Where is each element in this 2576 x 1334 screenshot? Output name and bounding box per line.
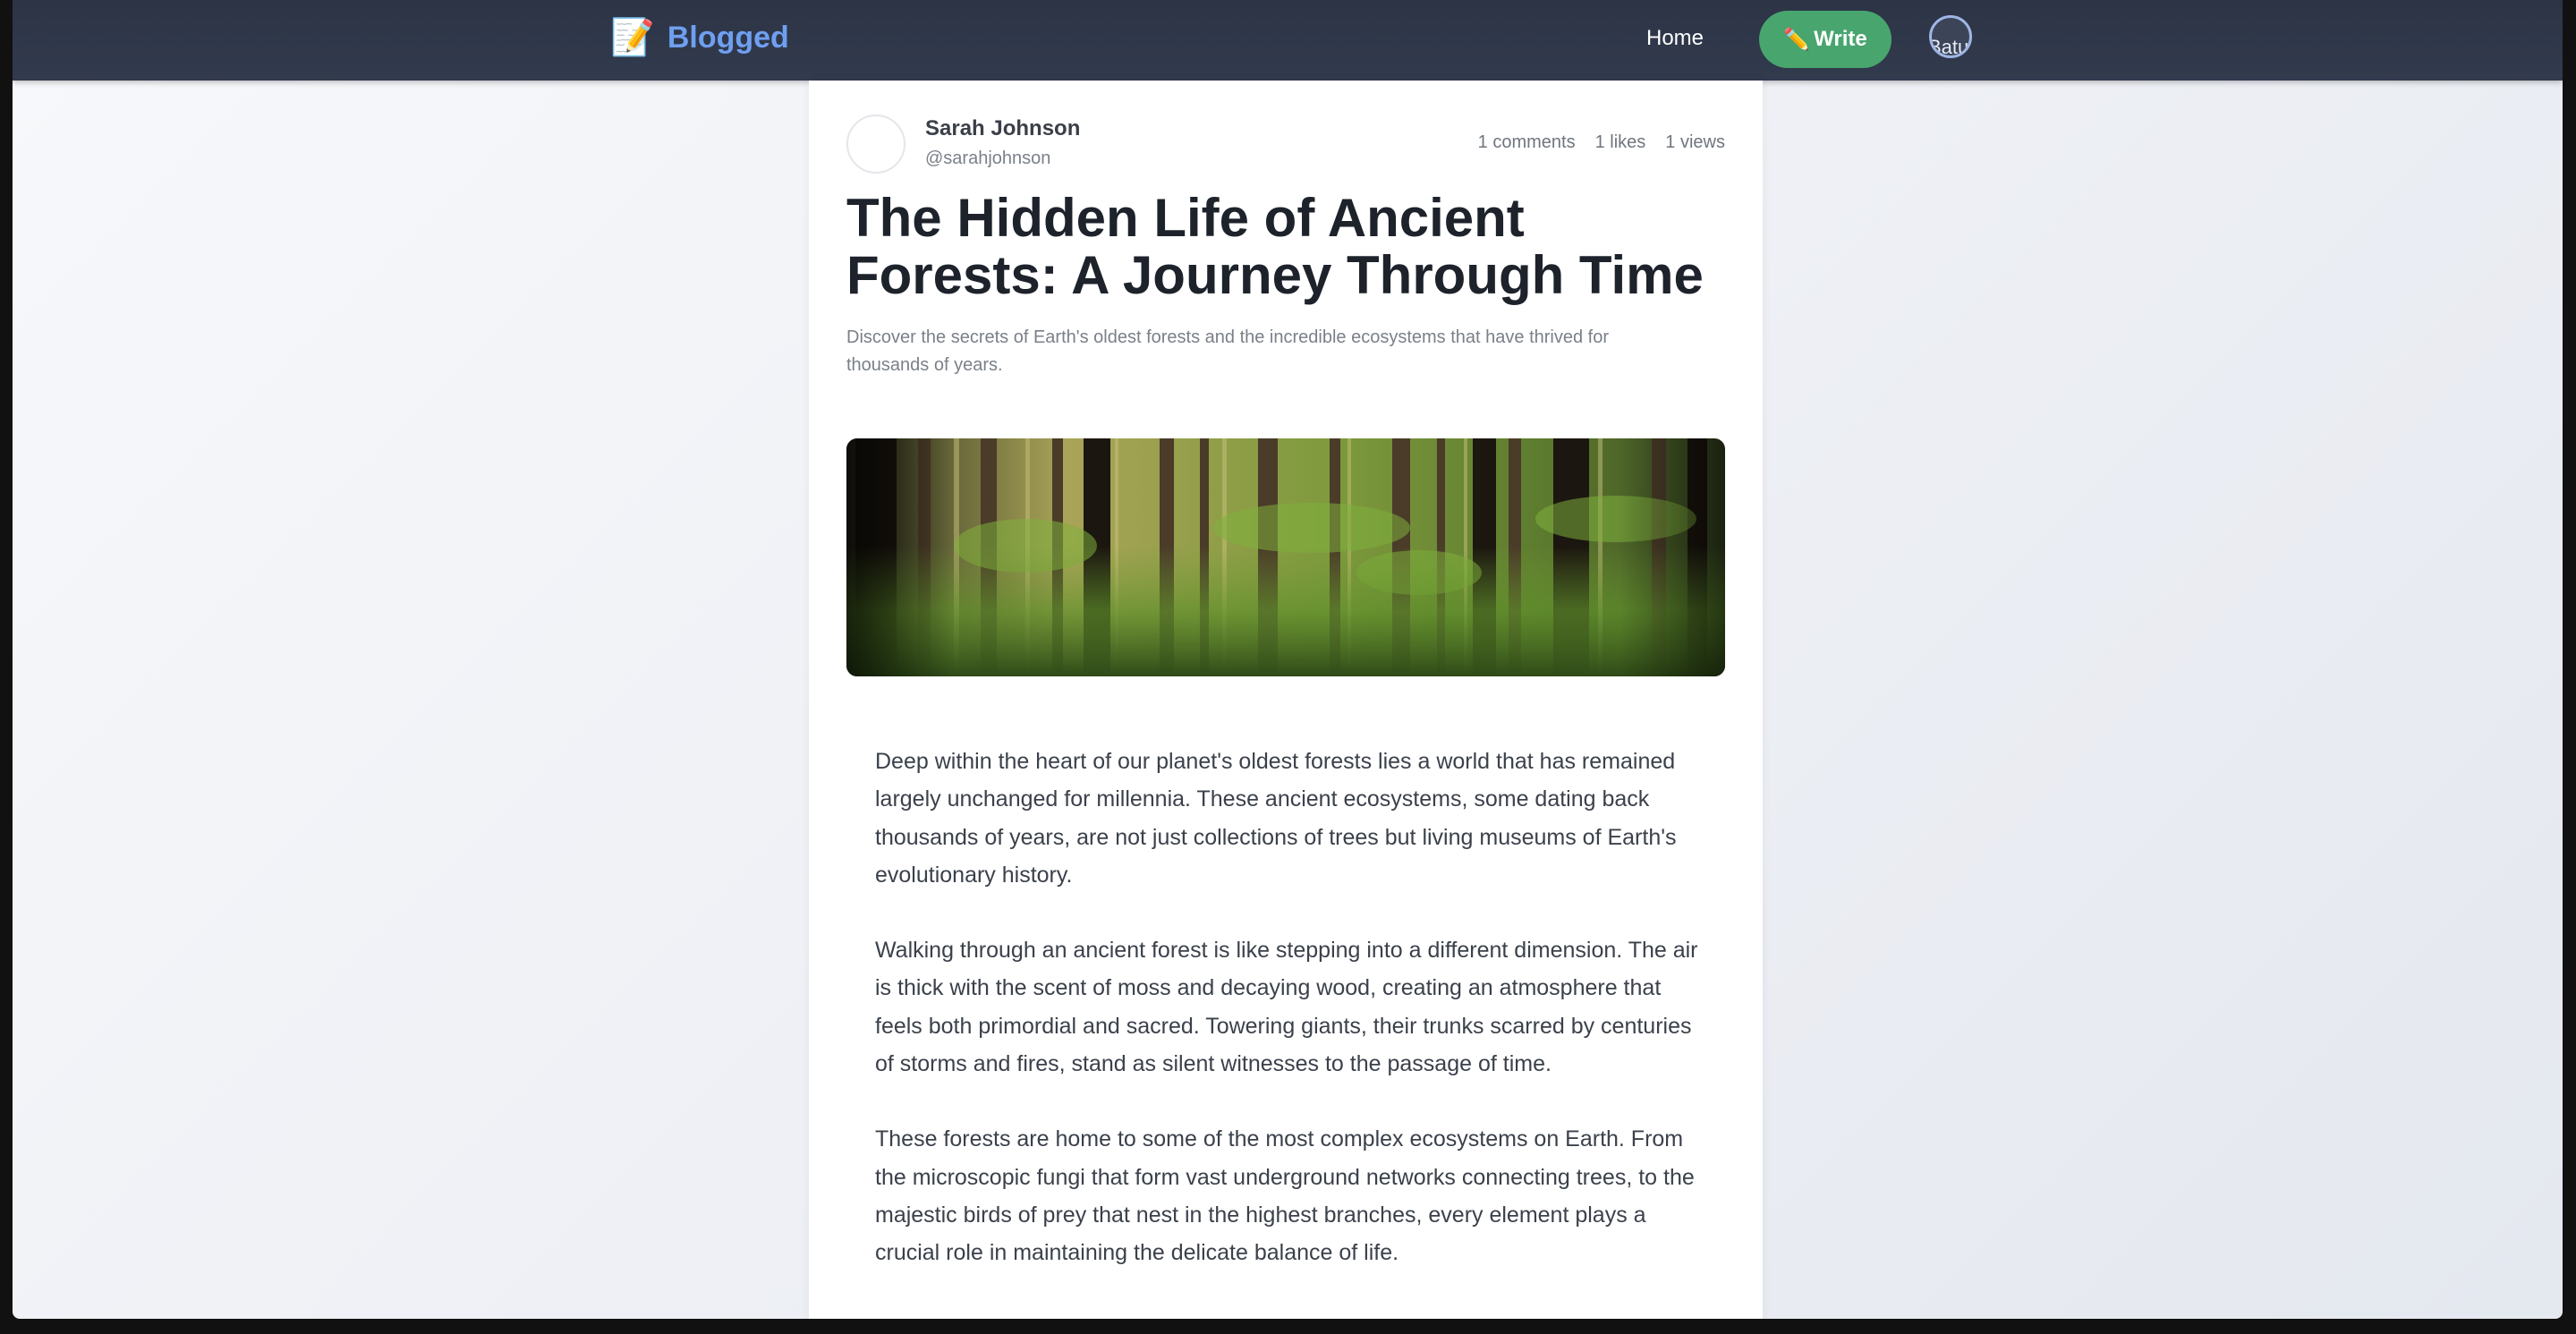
comments-count: 1 comments: [1477, 132, 1576, 152]
post-paragraph: Walking through an ancient forest is lik…: [875, 938, 1698, 1077]
author-avatar[interactable]: [846, 115, 905, 174]
post-card: Sarah Johnson @sarahjohnson 1 comments 1…: [809, 81, 1763, 1319]
post-paragraph: These forests are home to some of the mo…: [875, 1126, 1695, 1266]
post-title: The Hidden Life of Ancient Forests: A Jo…: [846, 188, 1704, 305]
user-avatar-button[interactable]: Batu: [1929, 15, 1972, 58]
user-avatar-alt-text: Batu: [1929, 36, 1969, 58]
pencil-icon: ✏️: [1783, 27, 1811, 52]
forest-cover-image: [846, 438, 1725, 676]
author-name[interactable]: Sarah Johnson: [925, 115, 1080, 143]
brand-name: Blogged: [667, 21, 789, 55]
write-button-label: Write: [1814, 27, 1867, 51]
brand-logo-link[interactable]: 📝 Blogged: [610, 18, 789, 57]
write-button[interactable]: ✏️ Write: [1759, 11, 1892, 68]
post-stats: 1 comments 1 likes 1 views: [1478, 131, 1725, 154]
browser-viewport: 📝 Blogged Home ✏️ Write Batu Sarah Johns…: [13, 0, 2563, 1319]
likes-count: 1 likes: [1594, 132, 1646, 152]
nav-home-link[interactable]: Home: [1646, 24, 1704, 53]
post-subtitle: Discover the secrets of Earth's oldest f…: [846, 327, 1610, 375]
memo-icon: 📝: [610, 18, 655, 57]
top-navigation-bar: 📝 Blogged Home ✏️ Write Batu: [13, 0, 2563, 81]
author-handle: @sarahjohnson: [925, 149, 1051, 168]
post-body: Deep within the heart of our planet's ol…: [875, 743, 1698, 1310]
post-paragraph: Deep within the heart of our planet's ol…: [875, 749, 1677, 888]
views-count: 1 views: [1665, 132, 1725, 152]
